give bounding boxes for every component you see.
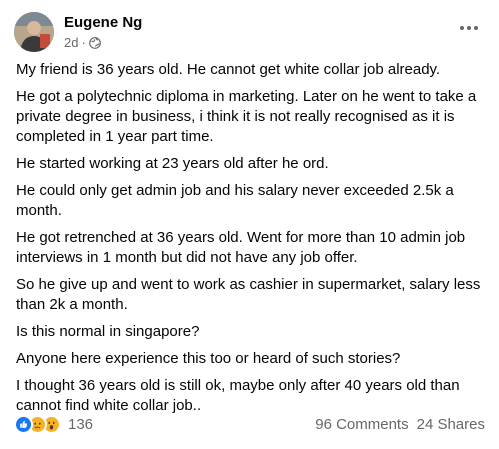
post-paragraph: So he give up and went to work as cashie… [16,276,481,313]
like-icon [14,415,33,434]
post-time[interactable]: 2d [64,35,78,50]
post-paragraph: I thought 36 years old is still ok, mayb… [16,377,460,414]
meta-separator: · [81,35,86,50]
post-paragraph: He got retrenched at 36 years old. Went … [16,229,466,266]
reaction-count: 136 [68,416,94,433]
more-dot [474,26,478,30]
post-paragraph: Anyone here experience this too or heard… [16,350,401,367]
more-options-icon[interactable] [455,18,483,38]
post-paragraph: He started working at 23 years old after… [16,155,329,172]
post-header: Eugene Ng 2d · [14,12,485,54]
post-footer: 136 96 Comments 24 Shares [14,413,485,437]
author-name[interactable]: Eugene Ng [64,14,142,31]
shares-count-link[interactable]: 24 Shares [417,416,485,433]
post-text: My friend is 36 years old. He cannot get… [16,60,486,423]
post-paragraph: He could only get admin job and his sala… [16,182,454,219]
reaction-summary[interactable]: 136 [14,415,93,434]
post-paragraph: My friend is 36 years old. He cannot get… [16,61,441,78]
engagement-counts: 96 Comments 24 Shares [315,416,485,433]
comments-count-link[interactable]: 96 Comments [315,416,408,433]
more-dot [467,26,471,30]
more-dot [460,26,464,30]
post-paragraph: He got a polytechnic diploma in marketin… [16,88,477,145]
post-paragraph: Is this normal in singapore? [16,323,200,340]
counts-spacer [409,416,417,433]
avatar[interactable] [14,12,54,52]
post-meta: 2d · [64,35,101,50]
globe-icon[interactable] [88,36,101,49]
